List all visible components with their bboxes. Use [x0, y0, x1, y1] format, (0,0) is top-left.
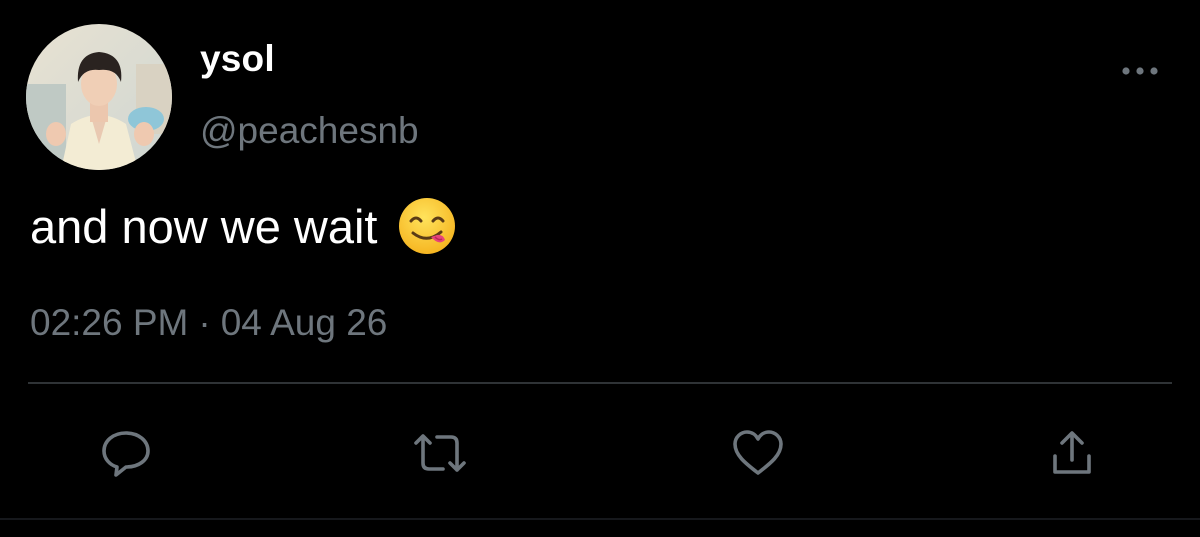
divider — [28, 382, 1172, 384]
share-button[interactable] — [1042, 425, 1102, 481]
bottom-border — [0, 518, 1200, 520]
timestamp[interactable]: 02:26 PM · 04 Aug 26 — [30, 302, 387, 344]
tweet-time: 02:26 PM — [30, 302, 189, 343]
retweet-icon — [414, 434, 466, 472]
like-button[interactable] — [728, 425, 788, 481]
more-options-button[interactable] — [1116, 56, 1164, 86]
tweet-text: and now we wait — [30, 196, 457, 256]
share-icon — [1053, 431, 1091, 474]
handle[interactable]: @peachesnb — [200, 110, 419, 152]
face-savoring-food-emoji — [397, 196, 457, 256]
tweet-date: 04 Aug 26 — [220, 302, 388, 343]
retweet-button[interactable] — [410, 425, 470, 481]
reply-icon — [102, 431, 150, 477]
tweet-text-content: and now we wait — [30, 199, 378, 253]
reply-button[interactable] — [96, 425, 156, 481]
more-options-icon — [1122, 67, 1158, 75]
like-heart-icon — [733, 430, 783, 475]
tweet: ysol @peachesnb and now we wait 02:26 PM… — [0, 0, 1200, 537]
timestamp-separator: · — [198, 302, 211, 343]
display-name[interactable]: ysol — [200, 38, 275, 80]
avatar[interactable] — [26, 24, 172, 170]
